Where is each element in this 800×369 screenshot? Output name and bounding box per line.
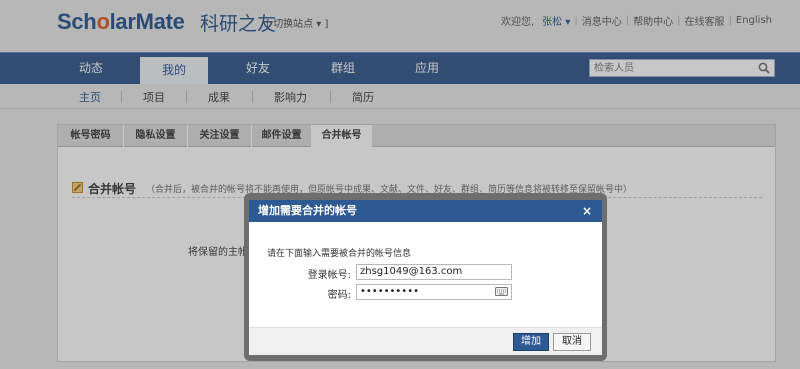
- account-field[interactable]: zhsg1049@163.com: [356, 264, 512, 280]
- password-label: 密码:: [327, 290, 351, 301]
- password-field[interactable]: ••••••••••: [356, 284, 512, 300]
- account-label: 登录帐号:: [307, 270, 351, 281]
- add-merge-account-dialog: 增加需要合并的帐号 × 请在下面输入需要被合并的帐号信息 登录帐号: zhsg1…: [244, 193, 607, 361]
- add-button[interactable]: 增加: [513, 333, 549, 351]
- password-value: ••••••••••: [360, 286, 419, 297]
- dialog-header[interactable]: 增加需要合并的帐号 ×: [249, 200, 602, 222]
- dialog-title: 增加需要合并的帐号: [258, 204, 357, 217]
- cancel-button[interactable]: 取消: [553, 333, 591, 351]
- dialog-intro: 请在下面输入需要被合并的帐号信息: [267, 249, 412, 259]
- keyboard-icon[interactable]: [495, 287, 508, 301]
- dialog-body: 增加需要合并的帐号 × 请在下面输入需要被合并的帐号信息 登录帐号: zhsg1…: [249, 200, 602, 355]
- dialog-footer: 增加 取消: [249, 327, 602, 355]
- close-icon[interactable]: ×: [582, 200, 592, 222]
